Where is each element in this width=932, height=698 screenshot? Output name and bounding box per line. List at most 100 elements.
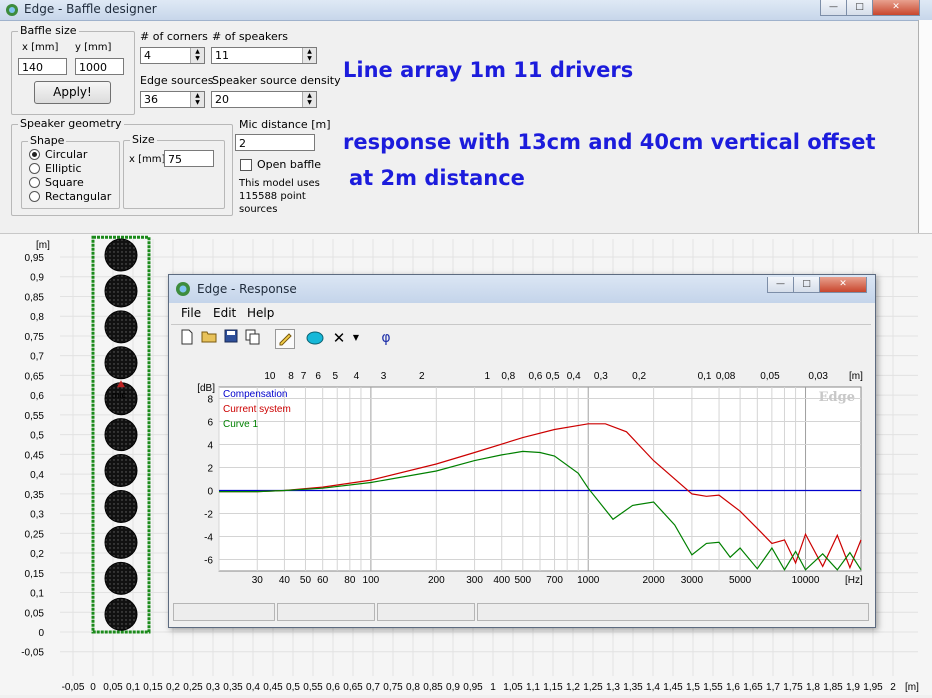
chart-x-tick: 30 xyxy=(252,575,264,586)
layout-x-tick: 1,05 xyxy=(503,682,523,693)
chart-top-tick: 6 xyxy=(315,371,321,382)
layout-x-tick: 0,6 xyxy=(326,682,340,693)
shape-legend: Shape xyxy=(28,134,67,147)
close-icon[interactable]: ✕ xyxy=(872,0,920,16)
size-x-label: x [mm] xyxy=(129,154,166,165)
speakers-stepper[interactable]: 11 ▲ ▼ xyxy=(211,47,317,64)
dropdown-arrow-icon[interactable]: ▼ xyxy=(350,329,362,347)
edge-sources-stepper[interactable]: 36 ▲ ▼ xyxy=(140,91,205,108)
corners-stepper[interactable]: 4 ▲ ▼ xyxy=(140,47,205,64)
layout-x-tick: 1,75 xyxy=(783,682,803,693)
delete-icon[interactable]: ✕ xyxy=(330,329,348,347)
layout-x-tick: 1,55 xyxy=(703,682,723,693)
speaker-driver xyxy=(104,561,138,595)
layout-x-tick: 0,55 xyxy=(303,682,323,693)
mic-distance-input[interactable]: 2 xyxy=(235,134,315,151)
density-label: Speaker source density xyxy=(212,74,341,87)
response-window[interactable]: Edge - Response — □ ✕ File Edit Help ✕ ▼… xyxy=(168,274,876,628)
layout-y-tick: 0,45 xyxy=(25,450,45,461)
chart-top-tick: 4 xyxy=(354,371,360,382)
layout-x-tick: 0,2 xyxy=(166,682,180,693)
mic-label: mic xyxy=(112,390,126,400)
speaker-icon[interactable] xyxy=(306,329,324,347)
chart-x-tick: 200 xyxy=(428,575,445,586)
chart-y-tick: -4 xyxy=(204,533,213,544)
layout-x-tick: 0,7 xyxy=(366,682,380,693)
shape-elliptic-label: Elliptic xyxy=(45,162,82,175)
density-value: 20 xyxy=(215,93,229,106)
menu-edit[interactable]: Edit xyxy=(213,306,236,320)
radio-elliptic[interactable] xyxy=(29,163,40,174)
chart-y-tick: -6 xyxy=(204,556,213,567)
chart-top-tick: 10 xyxy=(264,371,276,382)
response-title: Edge - Response xyxy=(197,282,297,296)
layout-y-tick: 0,6 xyxy=(30,391,44,402)
baffle-x-input[interactable]: 140 xyxy=(18,58,67,75)
model-info-line2: 115588 point xyxy=(239,191,306,202)
layout-y-tick: 0,8 xyxy=(30,312,44,323)
response-close-icon[interactable]: ✕ xyxy=(819,277,867,293)
chart-y-label: [dB] xyxy=(197,383,215,394)
radio-circular[interactable] xyxy=(29,149,40,160)
layout-y-tick: 0 xyxy=(38,628,44,639)
chart-x-tick: 100 xyxy=(363,575,380,586)
chart-x-tick: 80 xyxy=(344,575,356,586)
chart-x-tick: 500 xyxy=(514,575,531,586)
layout-x-tick: 1 xyxy=(490,682,496,693)
layout-x-tick: 1,4 xyxy=(646,682,660,693)
pencil-icon[interactable] xyxy=(275,329,295,349)
layout-x-tick: 1,6 xyxy=(726,682,740,693)
layout-x-tick: 1,85 xyxy=(823,682,843,693)
density-stepper[interactable]: 20 ▲ ▼ xyxy=(211,91,317,108)
copy-icon[interactable] xyxy=(244,329,262,347)
speaker-driver xyxy=(104,238,138,272)
save-icon[interactable] xyxy=(222,329,240,347)
layout-x-tick: 1,5 xyxy=(686,682,700,693)
layout-x-tick: 1,2 xyxy=(566,682,580,693)
chart-top-tick: 0,08 xyxy=(716,371,736,382)
response-maximize-icon[interactable]: □ xyxy=(793,277,820,293)
toolbar-separator xyxy=(171,324,871,325)
chart-top-tick: 7 xyxy=(301,371,307,382)
apply-button[interactable]: Apply! xyxy=(34,81,111,104)
open-baffle-checkbox[interactable] xyxy=(240,159,252,171)
chart-x-tick: 700 xyxy=(546,575,563,586)
spin-arrows-icon[interactable]: ▲ ▼ xyxy=(190,92,204,107)
menu-file[interactable]: File xyxy=(181,306,201,320)
minimize-icon[interactable]: — xyxy=(820,0,847,16)
size-x-input[interactable]: 75 xyxy=(164,150,214,167)
chart-y-tick: -2 xyxy=(204,510,213,521)
chart-y-tick: 6 xyxy=(207,418,213,429)
chart-y-tick: 4 xyxy=(207,441,213,452)
chart-top-tick: 5 xyxy=(333,371,339,382)
frequency-response-chart[interactable]: 8 6 4 2 0 -2 -4 -6 [dB] 30 40 50 60 80 100 200 300 400 500… xyxy=(173,359,869,601)
baffle-size-legend: Baffle size xyxy=(18,24,79,37)
speaker-geometry-legend: Speaker geometry xyxy=(18,117,124,130)
open-folder-icon[interactable] xyxy=(200,329,218,347)
chart-x-tick: 10000 xyxy=(792,575,820,586)
size-legend: Size xyxy=(130,133,157,146)
spin-arrows-icon[interactable]: ▲ ▼ xyxy=(302,92,316,107)
new-file-icon[interactable] xyxy=(178,329,196,347)
layout-y-tick: 0,35 xyxy=(25,490,45,501)
phase-icon[interactable]: φ xyxy=(377,329,395,347)
layout-y-tick: 0,65 xyxy=(25,371,45,382)
maximize-icon[interactable]: □ xyxy=(846,0,873,16)
spin-arrows-icon[interactable]: ▲ ▼ xyxy=(302,48,316,63)
chart-top-tick: 2 xyxy=(419,371,425,382)
layout-y-tick: 0,9 xyxy=(30,273,44,284)
response-minimize-icon[interactable]: — xyxy=(767,277,794,293)
menu-help[interactable]: Help xyxy=(247,306,274,320)
status-bar xyxy=(173,603,869,621)
speaker-driver xyxy=(104,274,138,308)
shape-square-label: Square xyxy=(45,176,84,189)
layout-y-tick: 0,55 xyxy=(25,411,45,422)
spin-arrows-icon[interactable]: ▲ ▼ xyxy=(190,48,204,63)
baffle-y-input[interactable]: 1000 xyxy=(75,58,124,75)
speakers-label: # of speakers xyxy=(212,30,289,43)
layout-x-tick: 1,25 xyxy=(583,682,603,693)
radio-square[interactable] xyxy=(29,177,40,188)
layout-x-tick: 1,7 xyxy=(766,682,780,693)
edge-sources-value: 36 xyxy=(144,93,158,106)
radio-rectangular[interactable] xyxy=(29,191,40,202)
